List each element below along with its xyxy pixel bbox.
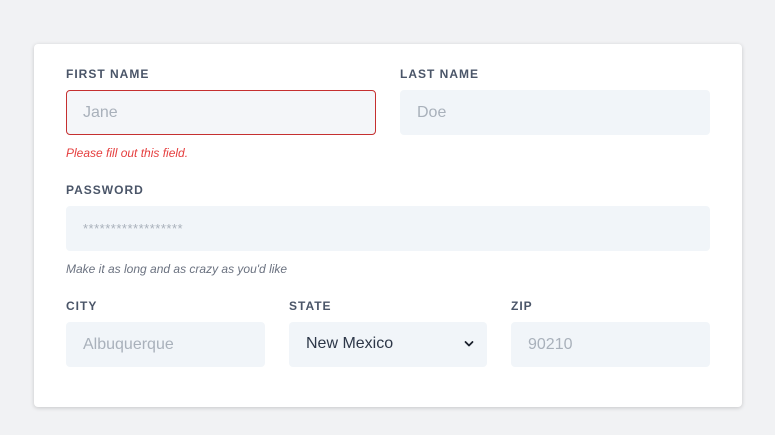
state-label: State: [289, 299, 332, 313]
state-select[interactable]: New Mexico: [289, 322, 487, 367]
first-name-input[interactable]: [66, 90, 376, 135]
city-group: City: [66, 299, 265, 369]
zip-label: Zip: [511, 299, 533, 313]
last-name-group: Last Name: [400, 67, 710, 137]
last-name-input[interactable]: [400, 90, 710, 135]
last-name-label: Last Name: [400, 67, 479, 81]
city-input[interactable]: [66, 322, 265, 367]
first-name-label: First Name: [66, 67, 150, 81]
password-help: Make it as long and as crazy as you'd li…: [66, 262, 288, 276]
password-group: Password Make it as long and as crazy as…: [66, 183, 710, 283]
state-group: State New Mexico: [289, 299, 487, 369]
zip-input[interactable]: [511, 322, 710, 367]
first-name-group: First Name Please fill out this field.: [66, 67, 376, 167]
state-selected-value: New Mexico: [306, 335, 394, 352]
zip-group: Zip: [511, 299, 710, 369]
first-name-error: Please fill out this field.: [66, 146, 189, 160]
password-input[interactable]: [66, 206, 710, 251]
password-label: Password: [66, 183, 144, 197]
form-card: First Name Please fill out this field. L…: [34, 44, 742, 407]
chevron-down-icon: [464, 341, 474, 347]
city-label: City: [66, 299, 98, 313]
